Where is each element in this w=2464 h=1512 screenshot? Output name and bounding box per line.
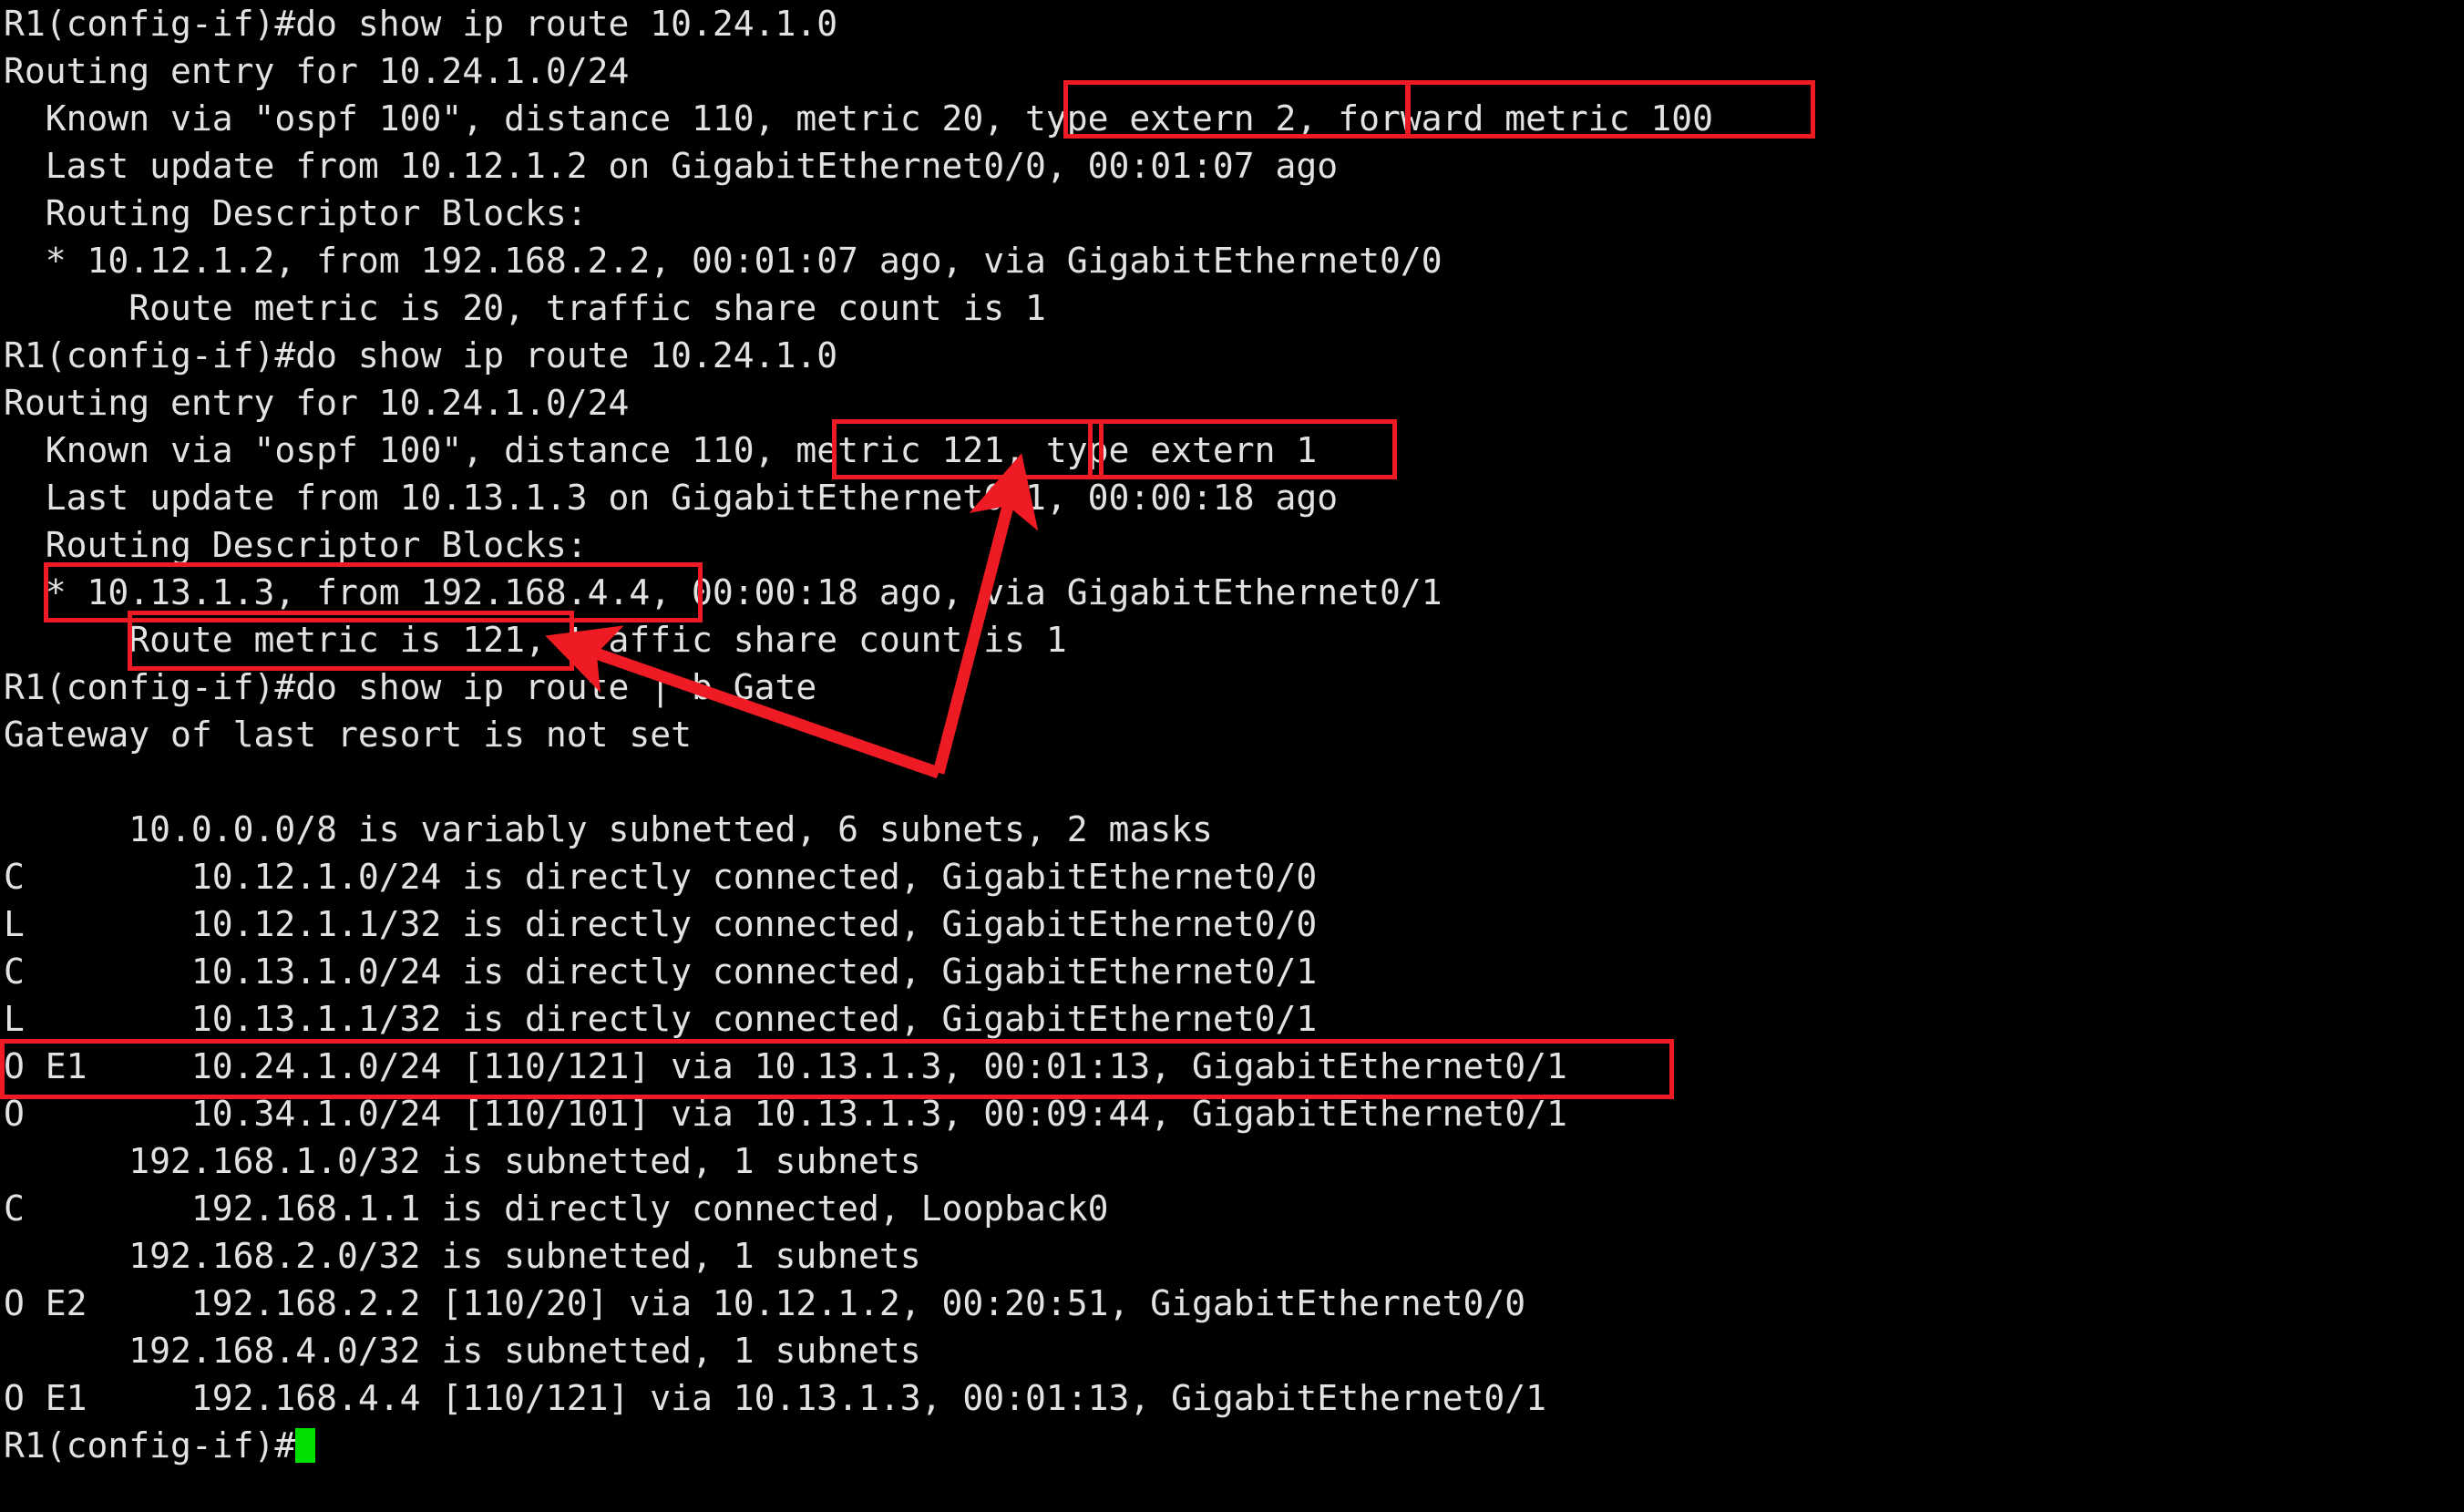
terminal-line: Route metric is 20, traffic share count … (4, 288, 1046, 328)
terminal-line: Gateway of last resort is not set (4, 715, 692, 755)
terminal-line: Routing Descriptor Blocks: (4, 193, 588, 233)
highlight-box-type-extern-1 (1088, 419, 1397, 479)
terminal-line: R1(config-if)#do show ip route 10.24.1.0 (4, 335, 838, 375)
terminal-line: O E2 192.168.2.2 [110/20] via 10.12.1.2,… (4, 1283, 1526, 1323)
text-cursor (295, 1428, 316, 1463)
terminal-line: 10.0.0.0/8 is variably subnetted, 6 subn… (4, 809, 1213, 849)
terminal-line: 192.168.1.0/32 is subnetted, 1 subnets (4, 1141, 921, 1181)
highlight-box-route-table-o-e1 (0, 1039, 1674, 1099)
terminal-line: 192.168.4.0/32 is subnetted, 1 subnets (4, 1331, 921, 1371)
highlight-box-metric-121 (832, 419, 1104, 479)
terminal-line: R1(config-if)# (0, 1422, 2464, 1469)
terminal-line: 192.168.2.0/32 is subnetted, 1 subnets (4, 1236, 921, 1276)
terminal-screen: R1(config-if)#do show ip route 10.24.1.0… (0, 0, 2464, 1512)
terminal-line: L 10.13.1.1/32 is directly connected, Gi… (4, 999, 1318, 1039)
terminal-line: R1(config-if)#do show ip route 10.24.1.0 (4, 4, 838, 44)
highlight-box-forward-metric-100 (1406, 80, 1815, 139)
terminal-line: C 10.13.1.0/24 is directly connected, Gi… (4, 951, 1318, 992)
terminal-line: C 192.168.1.1 is directly connected, Loo… (4, 1188, 1109, 1229)
highlight-box-type-extern-2 (1063, 80, 1410, 139)
terminal-line: C 10.12.1.0/24 is directly connected, Gi… (4, 857, 1318, 897)
terminal-line: Last update from 10.12.1.2 on GigabitEth… (4, 146, 1339, 186)
terminal-output[interactable]: R1(config-if)#do show ip route 10.24.1.0… (0, 0, 2464, 1469)
terminal-line: * 10.12.1.2, from 192.168.2.2, 00:01:07 … (4, 241, 1442, 281)
highlight-box-route-metric-121 (128, 611, 574, 671)
terminal-line: Last update from 10.13.1.3 on GigabitEth… (4, 478, 1339, 518)
terminal-line: O E1 192.168.4.4 [110/121] via 10.13.1.3… (4, 1378, 1546, 1418)
terminal-line: L 10.12.1.1/32 is directly connected, Gi… (4, 904, 1318, 944)
